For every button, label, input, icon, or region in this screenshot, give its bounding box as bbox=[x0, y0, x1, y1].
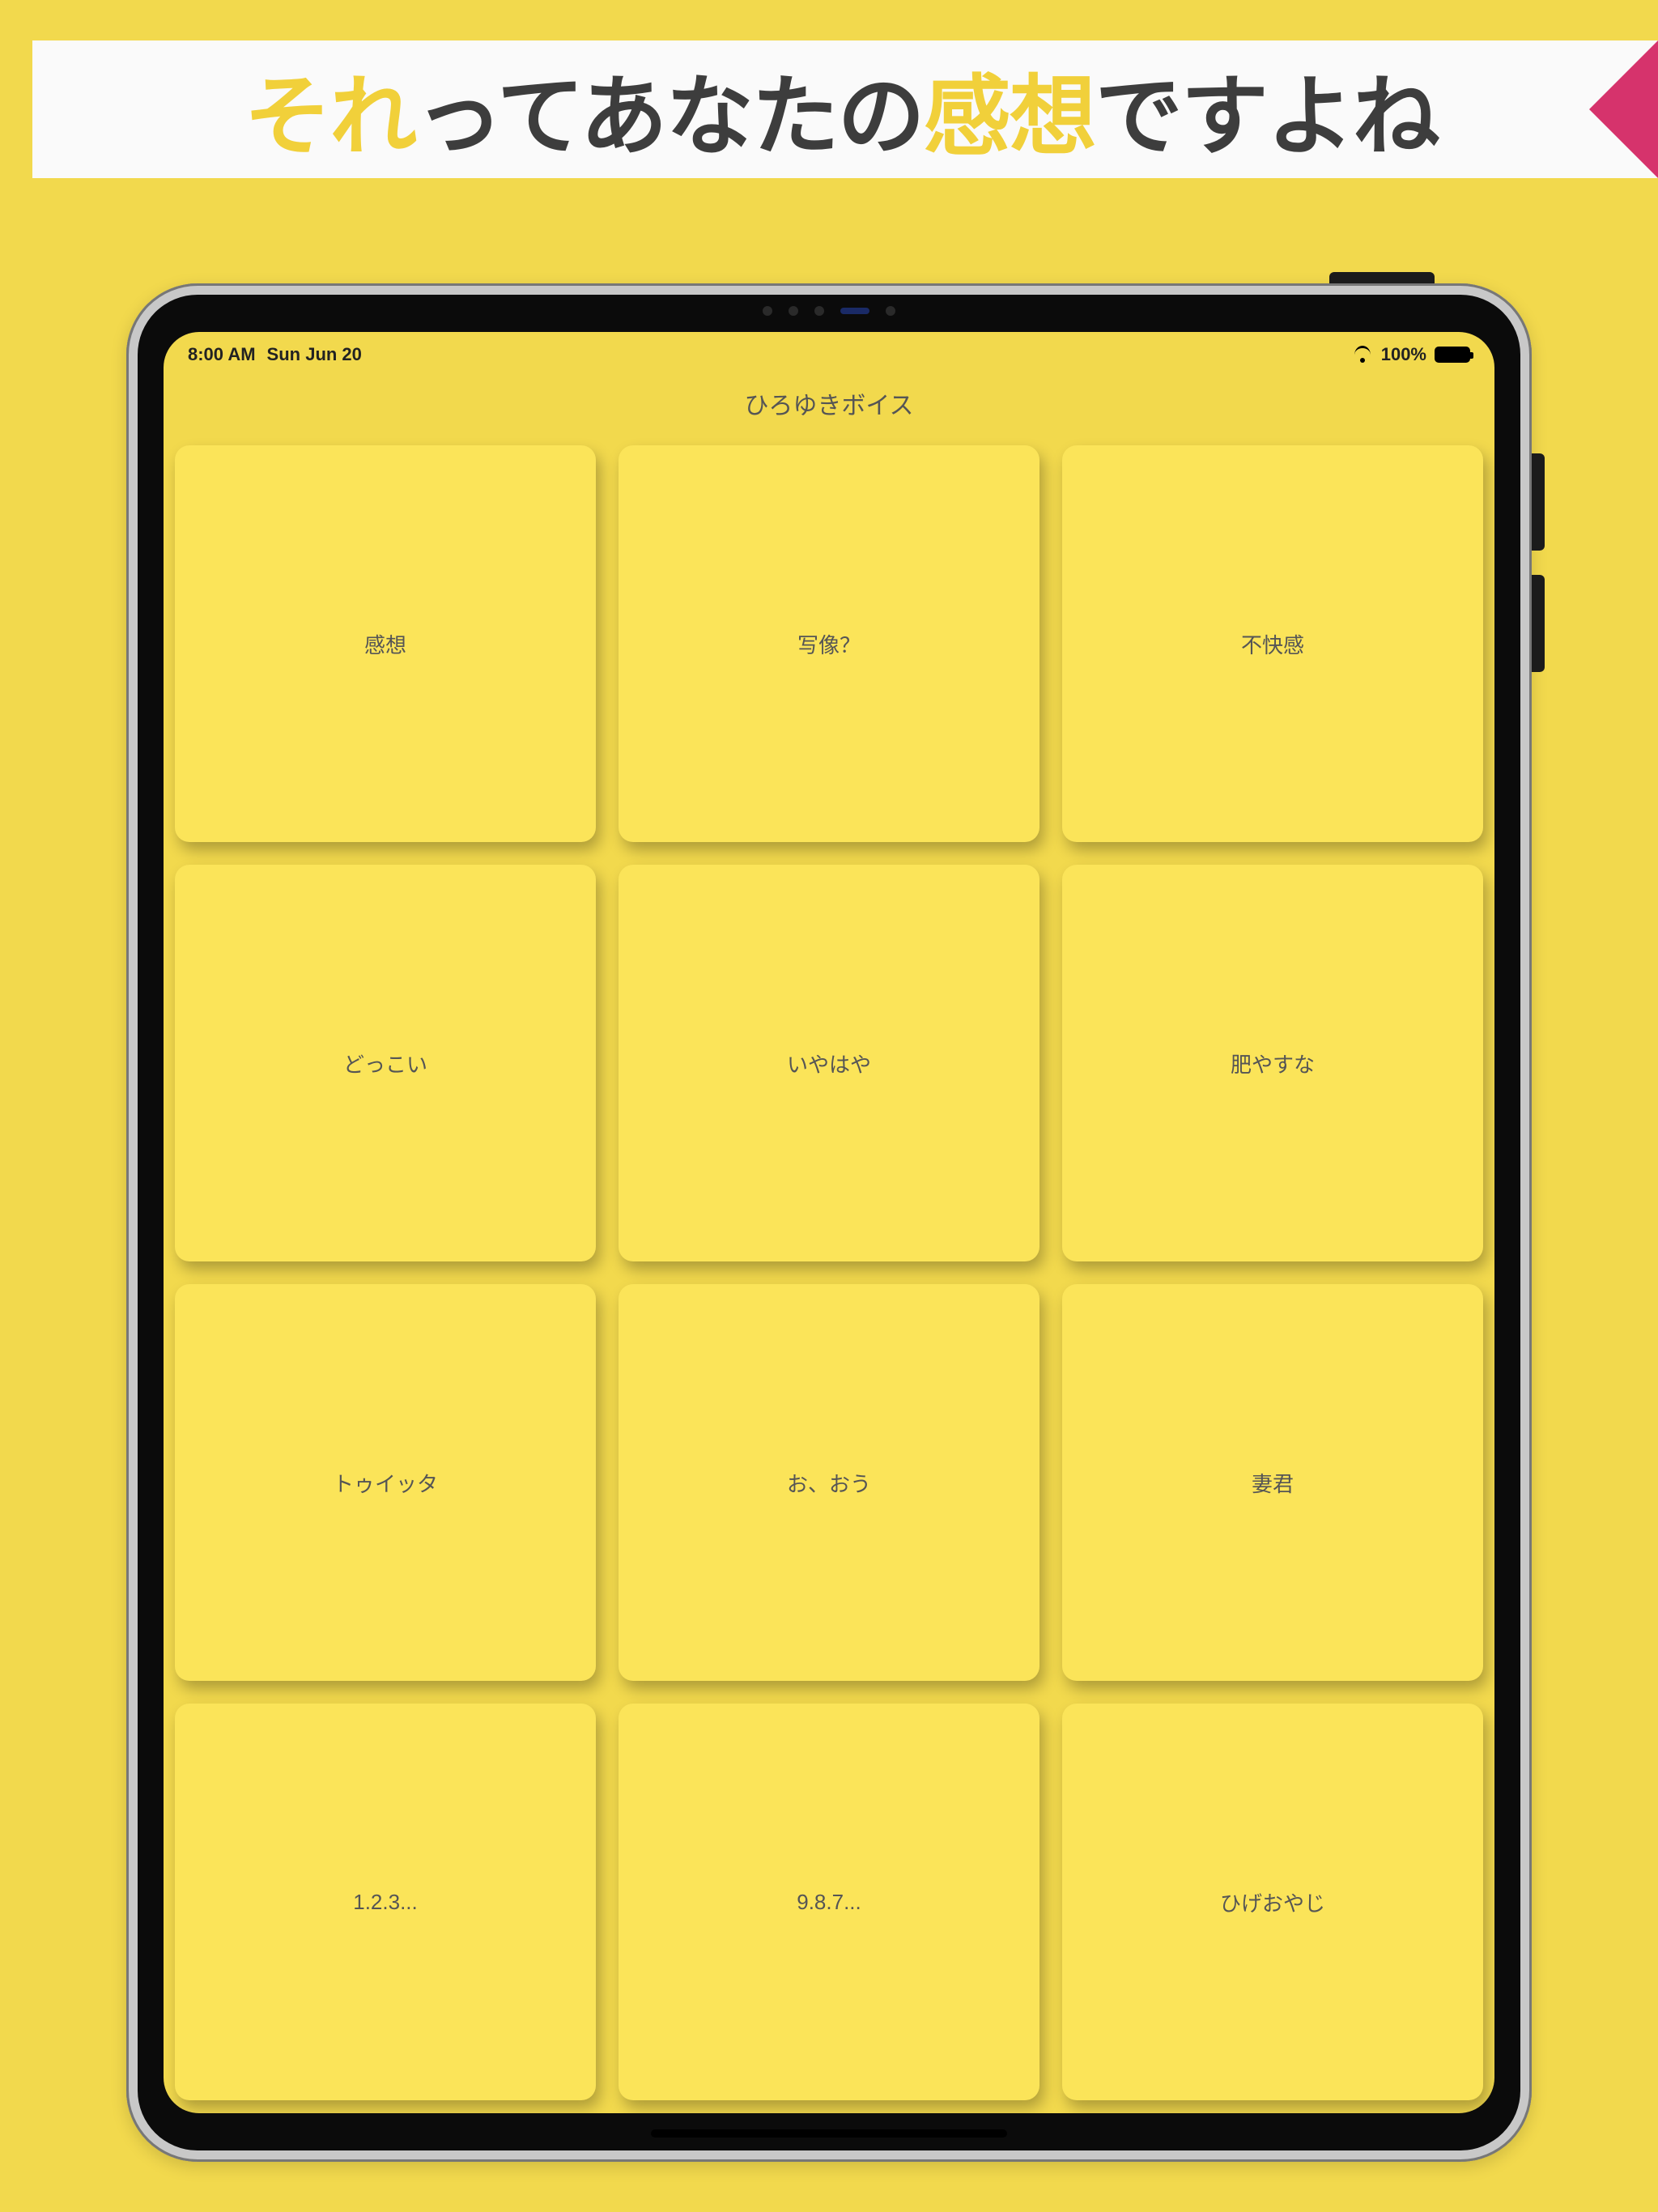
device-sensor-array bbox=[763, 306, 895, 316]
sound-tile[interactable]: 写像？ bbox=[619, 445, 1039, 842]
promo-word-2: ってあなたの bbox=[415, 67, 923, 165]
status-time: 8:00 AM bbox=[188, 344, 256, 365]
sound-tile[interactable]: 9.8.7... bbox=[619, 1704, 1039, 2100]
promo-banner-text: それってあなたの感想ですよね bbox=[244, 46, 1438, 172]
sound-tile-label: いやはや bbox=[787, 1049, 871, 1078]
home-indicator[interactable] bbox=[651, 2129, 1007, 2138]
promo-banner-box: それってあなたの感想ですよね bbox=[32, 40, 1658, 178]
tablet-frame: 8:00 AM Sun Jun 20 100% ひろゆきボイス 感想 写像？ 不… bbox=[126, 283, 1532, 2162]
sound-tile[interactable]: 感想 bbox=[175, 445, 596, 842]
sound-tile[interactable]: 1.2.3... bbox=[175, 1704, 596, 2100]
sound-tile[interactable]: 不快感 bbox=[1062, 445, 1483, 842]
wifi-icon bbox=[1352, 347, 1373, 363]
sound-tile[interactable]: ひげおやじ bbox=[1062, 1704, 1483, 2100]
tablet-screen: 8:00 AM Sun Jun 20 100% ひろゆきボイス 感想 写像？ 不… bbox=[164, 332, 1494, 2113]
device-volume-up-button bbox=[1532, 453, 1545, 551]
sound-tile-label: 写像？ bbox=[797, 629, 861, 659]
sound-tile[interactable]: 妻君 bbox=[1062, 1284, 1483, 1681]
battery-icon bbox=[1435, 347, 1470, 363]
sound-tile[interactable]: トゥイッタ bbox=[175, 1284, 596, 1681]
status-battery-pct: 100% bbox=[1381, 344, 1426, 365]
sound-tile-label: 9.8.7... bbox=[797, 1890, 861, 1915]
sound-tile-label: 不快感 bbox=[1241, 629, 1304, 659]
sound-tile-label: トゥイッタ bbox=[333, 1468, 438, 1498]
sound-tile-label: 肥やすな bbox=[1231, 1049, 1315, 1078]
status-bar: 8:00 AM Sun Jun 20 100% bbox=[164, 332, 1494, 369]
sound-tile-label: お、おう bbox=[787, 1468, 871, 1498]
sound-tile-label: 妻君 bbox=[1252, 1468, 1294, 1498]
sound-tile[interactable]: どっこい bbox=[175, 865, 596, 1261]
sound-grid: 感想 写像？ 不快感 どっこい いやはや 肥やすな トゥイッタ お、おう 妻君 … bbox=[164, 445, 1494, 2100]
promo-banner-arrow-icon bbox=[1589, 40, 1658, 178]
sound-tile-label: 感想 bbox=[364, 629, 406, 659]
sound-tile-label: どっこい bbox=[343, 1049, 427, 1078]
sound-tile-label: ひげおやじ bbox=[1220, 1887, 1325, 1917]
status-date: Sun Jun 20 bbox=[267, 344, 362, 365]
device-volume-down-button bbox=[1532, 575, 1545, 672]
sound-tile[interactable]: いやはや bbox=[619, 865, 1039, 1261]
sound-tile[interactable]: 肥やすな bbox=[1062, 865, 1483, 1261]
sound-tile-label: 1.2.3... bbox=[353, 1890, 418, 1915]
promo-word-4: ですよね bbox=[1095, 67, 1439, 165]
page-title: ひろゆきボイス bbox=[164, 369, 1494, 445]
device-power-button bbox=[1329, 272, 1435, 283]
promo-word-1: それ bbox=[244, 67, 415, 165]
promo-banner: それってあなたの感想ですよね bbox=[32, 40, 1658, 178]
sound-tile[interactable]: お、おう bbox=[619, 1284, 1039, 1681]
promo-word-3: 感想 bbox=[924, 67, 1095, 165]
